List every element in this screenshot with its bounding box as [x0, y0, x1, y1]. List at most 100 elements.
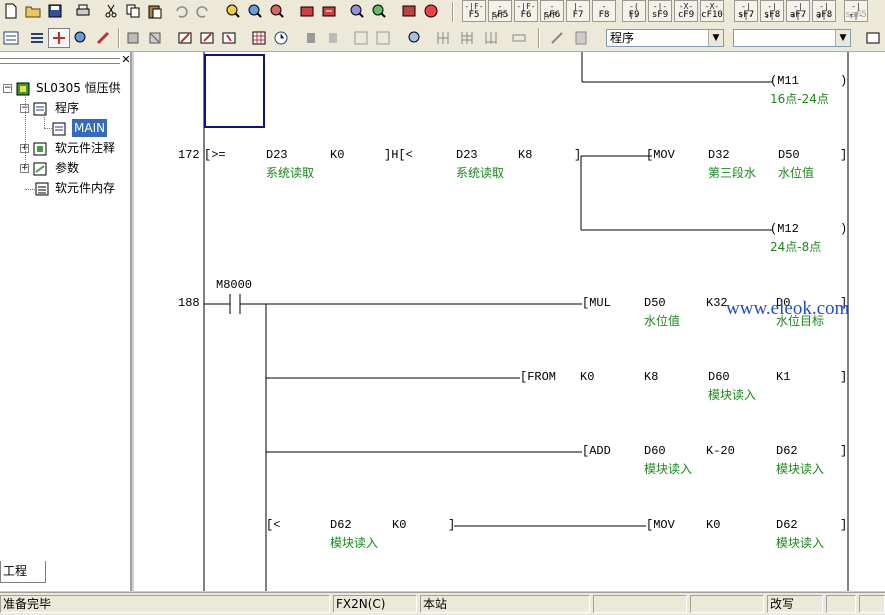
- save-icon[interactable]: [44, 1, 66, 21]
- list-view-icon[interactable]: [26, 28, 48, 48]
- tree-item-main[interactable]: MAIN: [72, 119, 108, 137]
- fkey-button[interactable]: -|/F-sF6: [540, 0, 564, 22]
- tree-item-params[interactable]: 参数: [55, 159, 79, 177]
- collapse-icon[interactable]: −: [3, 84, 12, 93]
- cut-icon[interactable]: [100, 1, 122, 21]
- instr-add[interactable]: [ADD: [582, 444, 611, 458]
- ladder-diagram[interactable]: 172 188 (M11 ) 16点-24点 [>= D23 K0 系统读取 ]…: [134, 52, 885, 591]
- tree-item-device-comment[interactable]: 软元件注释: [55, 139, 115, 157]
- zoom-out-icon[interactable]: [372, 28, 394, 48]
- tree-root[interactable]: SL0305 恒压供: [36, 79, 121, 97]
- fkey-button[interactable]: -X-cF9: [674, 0, 698, 22]
- fkey-button[interactable]: -|↑|- sF7: [734, 0, 758, 22]
- fkey-label: cF10: [701, 10, 723, 20]
- ladder-symbol-icon: -|↓|-: [764, 2, 780, 20]
- read-mode-icon[interactable]: [218, 28, 240, 48]
- redo-icon[interactable]: [192, 1, 214, 21]
- operand-d50: D50: [644, 296, 666, 310]
- tree-item-program[interactable]: 程序: [55, 99, 79, 117]
- main-toolbar: -|F- F5 -|/F-sF5 -|F- F6 -|/F-sF6 |- F7- F8 -( )-…: [0, 0, 885, 24]
- coil-m12[interactable]: (M12: [770, 222, 799, 236]
- timing-chart-icon[interactable]: [270, 28, 292, 48]
- compare-lt[interactable]: [<: [266, 518, 280, 532]
- instr-mul[interactable]: [MUL: [582, 296, 611, 310]
- fkey-button[interactable]: -|F- F6: [514, 0, 538, 22]
- monitor-start-icon[interactable]: [368, 1, 390, 21]
- ladder-symbol-icon: -: [601, 2, 607, 11]
- fkey-button[interactable]: -( )- F9: [622, 0, 646, 22]
- zoom-in-icon[interactable]: [350, 28, 372, 48]
- paste-icon[interactable]: [144, 1, 166, 21]
- verify-icon[interactable]: [144, 28, 166, 48]
- chevron-down-icon[interactable]: ▼: [708, 30, 723, 46]
- print-icon[interactable]: [72, 1, 94, 21]
- delete-row-icon[interactable]: [456, 28, 478, 48]
- compare-ge[interactable]: [>=: [204, 148, 226, 162]
- step-right-icon[interactable]: [322, 28, 344, 48]
- ladder-view-icon[interactable]: [0, 28, 22, 48]
- window-icon[interactable]: [862, 28, 884, 48]
- monitor-icon[interactable]: [346, 1, 368, 21]
- convert-icon[interactable]: [174, 28, 196, 48]
- sheet-icon[interactable]: [570, 28, 592, 48]
- ladder-symbol-icon: |-: [573, 2, 583, 11]
- device-search-icon[interactable]: [70, 28, 92, 48]
- register-icon[interactable]: [248, 28, 270, 48]
- find-device-icon[interactable]: [222, 1, 244, 21]
- copy-icon[interactable]: [122, 1, 144, 21]
- instr-mov[interactable]: [MOV: [646, 148, 675, 162]
- write-plc-icon[interactable]: [296, 1, 318, 21]
- device-comment-icon: [33, 142, 47, 156]
- fkey-button[interactable]: - F8: [592, 0, 616, 22]
- insert-row-icon[interactable]: [432, 28, 454, 48]
- program-select[interactable]: 程序 ▼: [606, 29, 724, 47]
- diagnostics-icon[interactable]: [398, 1, 420, 21]
- read-plc-icon[interactable]: [318, 1, 340, 21]
- magnifier-icon[interactable]: [404, 28, 426, 48]
- new-file-icon[interactable]: [0, 1, 22, 21]
- transfer-icon[interactable]: [122, 28, 144, 48]
- coil-close: ): [840, 74, 848, 88]
- fkey-button[interactable]: -|/F-sF5: [488, 0, 512, 22]
- find-instruction-icon[interactable]: [244, 1, 266, 21]
- coil-close: ): [840, 222, 848, 236]
- insert-column-icon[interactable]: [480, 28, 502, 48]
- panel-grip[interactable]: [0, 58, 120, 64]
- find-string-icon[interactable]: [266, 1, 288, 21]
- tab-project[interactable]: 工程: [0, 561, 46, 583]
- step-left-icon[interactable]: [300, 28, 322, 48]
- fkey-button[interactable]: -X-cF10: [700, 0, 724, 22]
- compare-lt[interactable]: ]H[<: [384, 148, 413, 162]
- fkey-button[interactable]: -|↓|- aF8: [812, 0, 836, 22]
- fkey-button[interactable]: -|F- F5: [462, 0, 486, 22]
- help-icon[interactable]: [420, 1, 442, 21]
- secondary-select[interactable]: ▼: [733, 29, 851, 47]
- operand-d62-comment: 模块读入: [330, 536, 379, 550]
- delete-column-icon[interactable]: [508, 28, 530, 48]
- comment-view-icon[interactable]: [48, 28, 70, 48]
- chevron-down-icon[interactable]: ▼: [835, 30, 850, 46]
- close-icon[interactable]: ✕: [120, 54, 132, 66]
- edit-mode-icon[interactable]: [196, 28, 218, 48]
- operand-d60: D60: [708, 370, 730, 384]
- fkey-button[interactable]: -|↓|- sF8: [760, 0, 784, 22]
- open-folder-icon[interactable]: [22, 1, 44, 21]
- rung-number: 188: [178, 296, 200, 310]
- fkey-button[interactable]: -|↑|- saF5: [844, 0, 868, 22]
- undo-icon[interactable]: [170, 1, 192, 21]
- fkey-button[interactable]: -|- sF9: [648, 0, 672, 22]
- device-memory-icon: [35, 182, 49, 196]
- contact-m8000[interactable]: M8000: [216, 278, 252, 292]
- status-ready: 准备完毕: [0, 595, 330, 613]
- pen-icon[interactable]: [546, 28, 568, 48]
- fkey-button[interactable]: -|↑|- aF7: [786, 0, 810, 22]
- coil-m11[interactable]: (M11: [770, 74, 799, 88]
- device-batch-icon[interactable]: [92, 28, 114, 48]
- instr-from[interactable]: [FROM: [520, 370, 556, 384]
- tree-item-device-memory[interactable]: 软元件内存: [55, 179, 115, 197]
- ladder-symbol-icon: -( )-: [629, 2, 639, 20]
- fkey-button[interactable]: |- F7: [566, 0, 590, 22]
- operand-k1: K1: [776, 370, 791, 384]
- instr-mov[interactable]: [MOV: [646, 518, 675, 532]
- status-panel-empty: [826, 595, 856, 613]
